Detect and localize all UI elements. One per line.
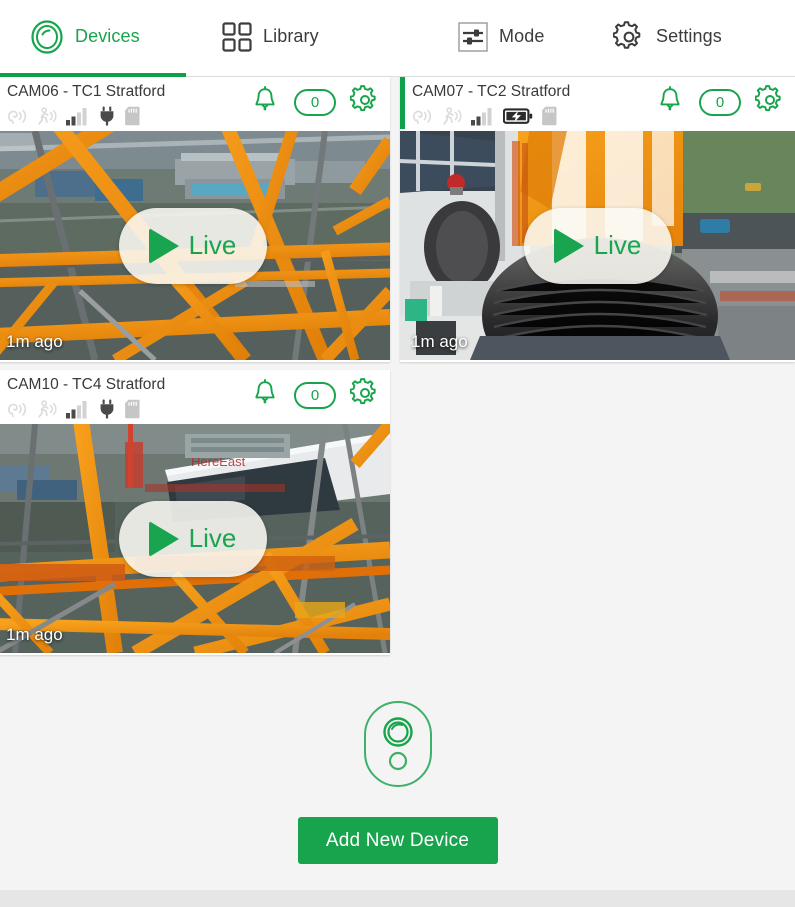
audio-detection-icon: [7, 400, 27, 419]
device-card-header: CAM06 - TC1 Stratford 0: [0, 77, 390, 131]
notification-bell-icon[interactable]: [250, 85, 280, 120]
last-update-timestamp: 1m ago: [6, 625, 63, 644]
camera-device-outline-icon: [362, 699, 434, 794]
device-settings-gear-icon[interactable]: [349, 85, 380, 120]
device-settings-gear-icon[interactable]: [349, 378, 380, 413]
notification-count-badge[interactable]: 0: [294, 89, 336, 116]
notification-count-badge[interactable]: 0: [699, 89, 741, 116]
tab-library-label: Library: [263, 26, 319, 46]
tab-library[interactable]: Library: [186, 0, 401, 77]
camera-live-thumbnail[interactable]: Live 1m ago: [0, 131, 390, 360]
grid-squares-icon: [222, 21, 252, 52]
audio-detection-icon: [7, 107, 27, 126]
tab-settings[interactable]: Settings: [601, 0, 795, 77]
motion-detection-icon: [36, 107, 57, 126]
sd-card-icon: [125, 106, 140, 126]
battery-charging-icon: [502, 106, 533, 126]
device-card-header: CAM07 - TC2 Stratford 0: [400, 77, 795, 131]
device-card-grid: CAM06 - TC1 Stratford 0 Live 1m ago CAM0…: [0, 77, 795, 655]
sliders-icon: [458, 21, 488, 52]
tab-mode[interactable]: Mode: [401, 0, 601, 77]
device-card[interactable]: CAM06 - TC1 Stratford 0 Live 1m ago: [0, 77, 390, 362]
notification-bell-icon[interactable]: [250, 378, 280, 413]
live-play-button[interactable]: Live: [118, 207, 267, 284]
audio-detection-icon: [412, 107, 432, 126]
live-label: Live: [188, 230, 237, 260]
last-update-timestamp: 1m ago: [411, 332, 468, 351]
play-triangle-icon: [148, 227, 179, 264]
tab-settings-label: Settings: [656, 26, 722, 46]
tab-devices[interactable]: Devices: [0, 0, 186, 77]
device-card[interactable]: CAM10 - TC4 Stratford 0 HereEast Live 1m…: [0, 370, 390, 655]
power-plug-icon: [98, 106, 116, 126]
power-plug-icon: [98, 399, 116, 419]
bottom-status-bar: [0, 890, 795, 907]
signal-strength-icon: [66, 107, 89, 126]
device-card-actions: 0: [250, 378, 380, 413]
gear-icon: [612, 20, 645, 53]
signal-strength-icon: [66, 400, 89, 419]
camera-live-thumbnail[interactable]: HereEast Live 1m ago: [0, 424, 390, 653]
main-tab-bar: Devices Library Mode Settings: [0, 0, 795, 77]
tab-devices-label: Devices: [75, 26, 140, 46]
last-update-timestamp: 1m ago: [6, 332, 63, 351]
play-triangle-icon: [553, 227, 584, 264]
sd-card-icon: [542, 106, 557, 126]
live-label: Live: [593, 230, 642, 260]
add-device-section: Add New Device: [0, 672, 795, 890]
sd-card-icon: [125, 399, 140, 419]
device-card-actions: 0: [655, 85, 785, 120]
device-lens-icon: [30, 19, 64, 54]
motion-detection-icon: [441, 107, 462, 126]
camera-live-thumbnail[interactable]: Live 1m ago: [400, 131, 795, 360]
add-new-device-button[interactable]: Add New Device: [297, 817, 498, 864]
play-triangle-icon: [148, 520, 179, 557]
signal-strength-icon: [471, 107, 494, 126]
live-play-button[interactable]: Live: [523, 207, 672, 284]
tab-mode-label: Mode: [499, 26, 545, 46]
device-card-header: CAM10 - TC4 Stratford 0: [0, 370, 390, 424]
device-card[interactable]: CAM07 - TC2 Stratford 0 Live 1m ago: [400, 77, 795, 362]
notification-bell-icon[interactable]: [655, 85, 685, 120]
device-card-actions: 0: [250, 85, 380, 120]
motion-detection-icon: [36, 400, 57, 419]
live-play-button[interactable]: Live: [118, 500, 267, 577]
notification-count-badge[interactable]: 0: [294, 382, 336, 409]
live-label: Live: [188, 523, 237, 553]
device-settings-gear-icon[interactable]: [754, 85, 785, 120]
